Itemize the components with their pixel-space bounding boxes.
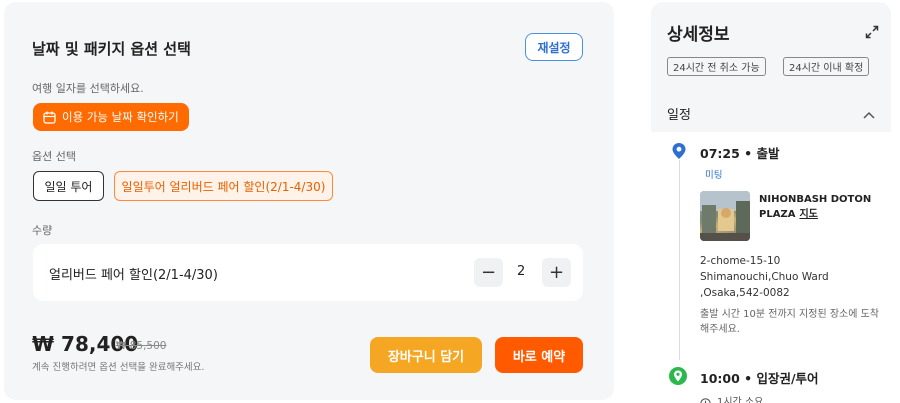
stop-1-name: NIHONBASH DOTON PLAZA 지도	[759, 192, 879, 222]
stop-2-duration: 1시간 소요	[717, 397, 764, 403]
date-section-label: 여행 일자를 선택하세요.	[32, 82, 144, 95]
option-chip-earlybird[interactable]: 일일투어 얼리버드 페어 할인(2/1-4/30)	[114, 171, 333, 201]
timeline-line	[679, 160, 680, 360]
page-title: 날짜 및 패키지 옵션 선택	[32, 40, 191, 58]
book-now-button[interactable]: 바로 예약	[495, 337, 583, 373]
map-link[interactable]: 지도	[799, 209, 817, 220]
original-price: ₩ 85,500	[116, 340, 167, 352]
chevron-up-icon[interactable]	[862, 105, 876, 119]
quantity-increase-button[interactable]: +	[542, 258, 571, 287]
option-section-label: 옵션 선택	[32, 150, 76, 163]
green-pin-icon	[669, 367, 687, 385]
stop-1-note: 출발 시간 10분 전까지 지정된 장소에 도착해주세요.	[700, 309, 879, 335]
stop-2-time: 10:00 • 입장권/투어	[700, 371, 819, 386]
stop-1-photo	[700, 191, 750, 241]
selection-note: 계속 진행하려면 옵션 선택을 완료해주세요.	[32, 362, 205, 373]
reset-button[interactable]: 재설정	[525, 33, 583, 61]
add-to-cart-button[interactable]: 장바구니 담기	[370, 337, 482, 373]
cancel-policy-badge: 24시간 전 취소 가능	[667, 57, 766, 76]
expand-icon[interactable]	[865, 24, 879, 39]
booking-panel: 날짜 및 패키지 옵션 선택 재설정 여행 일자를 선택하세요. 이용 가능 날…	[4, 2, 614, 400]
stop-1-address: 2-chome-15-10 Shimanouchi,Chuo Ward ,Osa…	[700, 255, 829, 299]
quantity-value: 2	[517, 264, 526, 279]
details-panel: 상세정보 24시간 전 취소 가능 24시간 이내 확정 일정 07:25 • …	[651, 2, 891, 403]
quantity-card: 얼리버드 페어 할인(2/1-4/30) − 2 +	[33, 244, 583, 301]
confirm-policy-badge: 24시간 이내 확정	[783, 57, 870, 76]
location-pin-icon	[671, 142, 687, 160]
itinerary-title: 일정	[667, 108, 691, 123]
option-chip-daytour[interactable]: 일일 투어	[33, 171, 104, 201]
itinerary-header[interactable]: 일정	[651, 92, 891, 132]
details-header	[651, 2, 891, 92]
check-dates-label: 이용 가능 날짜 확인하기	[62, 110, 179, 124]
calendar-icon	[43, 111, 56, 124]
stop-1-tag: 미팅	[705, 170, 723, 181]
check-dates-button[interactable]: 이용 가능 날짜 확인하기	[33, 103, 189, 131]
details-title: 상세정보	[667, 25, 730, 45]
quantity-section-label: 수량	[32, 224, 53, 237]
quantity-decrease-button[interactable]: −	[474, 258, 503, 287]
clock-icon	[700, 394, 711, 403]
quantity-item-name: 얼리버드 페어 할인(2/1-4/30)	[49, 268, 218, 283]
stop-1-time: 07:25 • 출발	[700, 146, 780, 161]
